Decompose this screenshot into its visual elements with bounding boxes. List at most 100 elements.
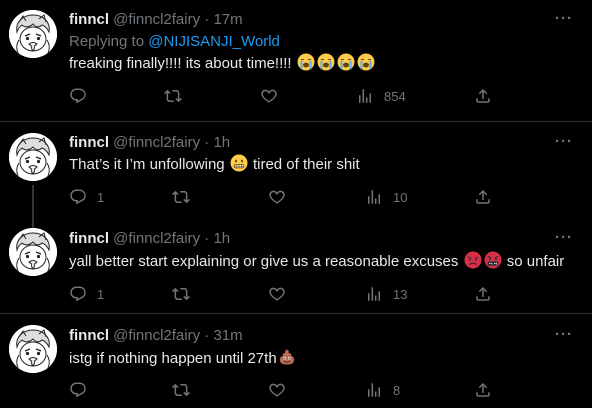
views-button[interactable]: 13 [365, 284, 407, 304]
retweet-icon [172, 285, 190, 303]
avatar[interactable] [9, 133, 57, 181]
tweet-text: freaking finally!!!! its about time!!!! [69, 53, 376, 74]
views-button[interactable]: 8 [365, 380, 400, 400]
face-with-symbols-emoji [484, 251, 502, 269]
like-button[interactable] [268, 284, 296, 304]
display-name[interactable]: finncl [69, 11, 109, 28]
heart-icon [268, 188, 286, 206]
tweet-text-content: That’s it I’m unfollowing [69, 156, 229, 173]
tweet[interactable]: finncl @finncl2fairy · 1h ··· yall bette… [0, 216, 592, 314]
user-handle[interactable]: @finncl2fairy [113, 327, 200, 344]
heart-icon [268, 381, 286, 399]
share-icon [474, 188, 492, 206]
more-options-icon[interactable]: ··· [554, 327, 574, 346]
share-button[interactable] [474, 380, 492, 400]
more-options-icon[interactable]: ··· [554, 230, 574, 249]
timestamp[interactable]: 1h [213, 230, 230, 247]
pile-of-poo-emoji [278, 348, 296, 366]
reply-count: 1 [97, 286, 105, 302]
tweet-text-content: yall better start explaining or give us … [69, 253, 463, 270]
tweet-text-content: freaking finally!!!! its about time!!!! [69, 55, 292, 72]
display-name[interactable]: finncl [69, 327, 109, 344]
avatar[interactable] [9, 325, 57, 373]
grimacing-face-emoji [230, 154, 248, 172]
tweet-header: finncl @finncl2fairy · 17m [69, 11, 243, 29]
tweet-text: istg if nothing happen until 27th [69, 348, 297, 369]
views-icon [356, 87, 374, 105]
loudly-crying-face-emoji [337, 53, 355, 71]
share-icon [474, 285, 492, 303]
reply-button[interactable] [69, 86, 97, 106]
like-button[interactable] [268, 380, 296, 400]
tweet[interactable]: finncl @finncl2fairy · 17m ··· Replying … [0, 0, 592, 122]
share-button[interactable] [474, 284, 492, 304]
heart-icon [268, 285, 286, 303]
views-count: 854 [384, 88, 406, 104]
loudly-crying-face-emoji [297, 53, 315, 71]
retweet-icon [172, 188, 190, 206]
retweet-icon [172, 381, 190, 399]
tweet[interactable]: finncl @finncl2fairy · 1h ··· That’s it … [0, 123, 592, 228]
tweet-header: finncl @finncl2fairy · 1h [69, 230, 230, 248]
tweet[interactable]: finncl @finncl2fairy · 31m ··· istg if n… [0, 315, 592, 408]
like-button[interactable] [260, 86, 288, 106]
mention-link[interactable]: @NIJISANJI_World [148, 33, 280, 50]
separator-dot: · [204, 230, 210, 247]
user-handle[interactable]: @finncl2fairy [113, 230, 200, 247]
reply-icon [69, 87, 87, 105]
user-handle[interactable]: @finncl2fairy [113, 134, 200, 151]
reply-button[interactable] [69, 380, 97, 400]
retweet-button[interactable] [172, 284, 200, 304]
avatar[interactable] [9, 228, 57, 276]
timestamp[interactable]: 31m [213, 327, 242, 344]
separator-dot: · [204, 134, 210, 151]
share-button[interactable] [474, 187, 492, 207]
views-button[interactable]: 10 [365, 187, 407, 207]
tweet-actions: 1 10 [0, 187, 592, 207]
retweet-button[interactable] [164, 86, 192, 106]
tweet-header: finncl @finncl2fairy · 31m [69, 327, 243, 345]
reply-count: 1 [97, 189, 105, 205]
avatar[interactable] [9, 10, 57, 58]
views-count: 13 [393, 286, 408, 302]
reply-icon [69, 285, 87, 303]
tweet-actions: 854 [0, 86, 592, 106]
share-icon [474, 381, 492, 399]
tweet-actions: 1 13 [0, 284, 592, 304]
more-options-icon[interactable]: ··· [554, 11, 574, 30]
tweet-text: yall better start explaining or give us … [69, 251, 564, 272]
replying-to: Replying to @NIJISANJI_World [69, 33, 280, 51]
reply-button[interactable]: 1 [69, 284, 104, 304]
user-handle[interactable]: @finncl2fairy [113, 11, 200, 28]
reply-icon [69, 188, 87, 206]
retweet-icon [164, 87, 182, 105]
tweet-text: That’s it I’m unfollowing tired of their… [69, 154, 360, 175]
tweet-text-content: so unfair [502, 253, 565, 270]
views-button[interactable]: 854 [356, 86, 406, 106]
heart-icon [260, 87, 278, 105]
display-name[interactable]: finncl [69, 230, 109, 247]
views-count: 8 [393, 382, 401, 398]
loudly-crying-face-emoji [357, 53, 375, 71]
share-button[interactable] [474, 86, 492, 106]
timestamp[interactable]: 1h [213, 134, 230, 151]
views-icon [365, 188, 383, 206]
tweet-header: finncl @finncl2fairy · 1h [69, 134, 230, 152]
separator-dot: · [204, 11, 210, 28]
views-icon [365, 285, 383, 303]
reply-button[interactable]: 1 [69, 187, 104, 207]
more-options-icon[interactable]: ··· [554, 134, 574, 153]
retweet-button[interactable] [172, 380, 200, 400]
like-button[interactable] [268, 187, 296, 207]
tweet-actions: 8 [0, 380, 592, 400]
tweet-text-content: istg if nothing happen until 27th [69, 350, 277, 367]
views-count: 10 [393, 189, 408, 205]
reply-icon [69, 381, 87, 399]
tweet-text-content: tired of their shit [248, 156, 360, 173]
timestamp[interactable]: 17m [213, 11, 242, 28]
replying-to-label: Replying to [69, 33, 149, 50]
display-name[interactable]: finncl [69, 134, 109, 151]
retweet-button[interactable] [172, 187, 200, 207]
tweet-thread: finncl @finncl2fairy · 17m ··· Replying … [0, 0, 592, 408]
pouting-face-emoji [464, 251, 482, 269]
